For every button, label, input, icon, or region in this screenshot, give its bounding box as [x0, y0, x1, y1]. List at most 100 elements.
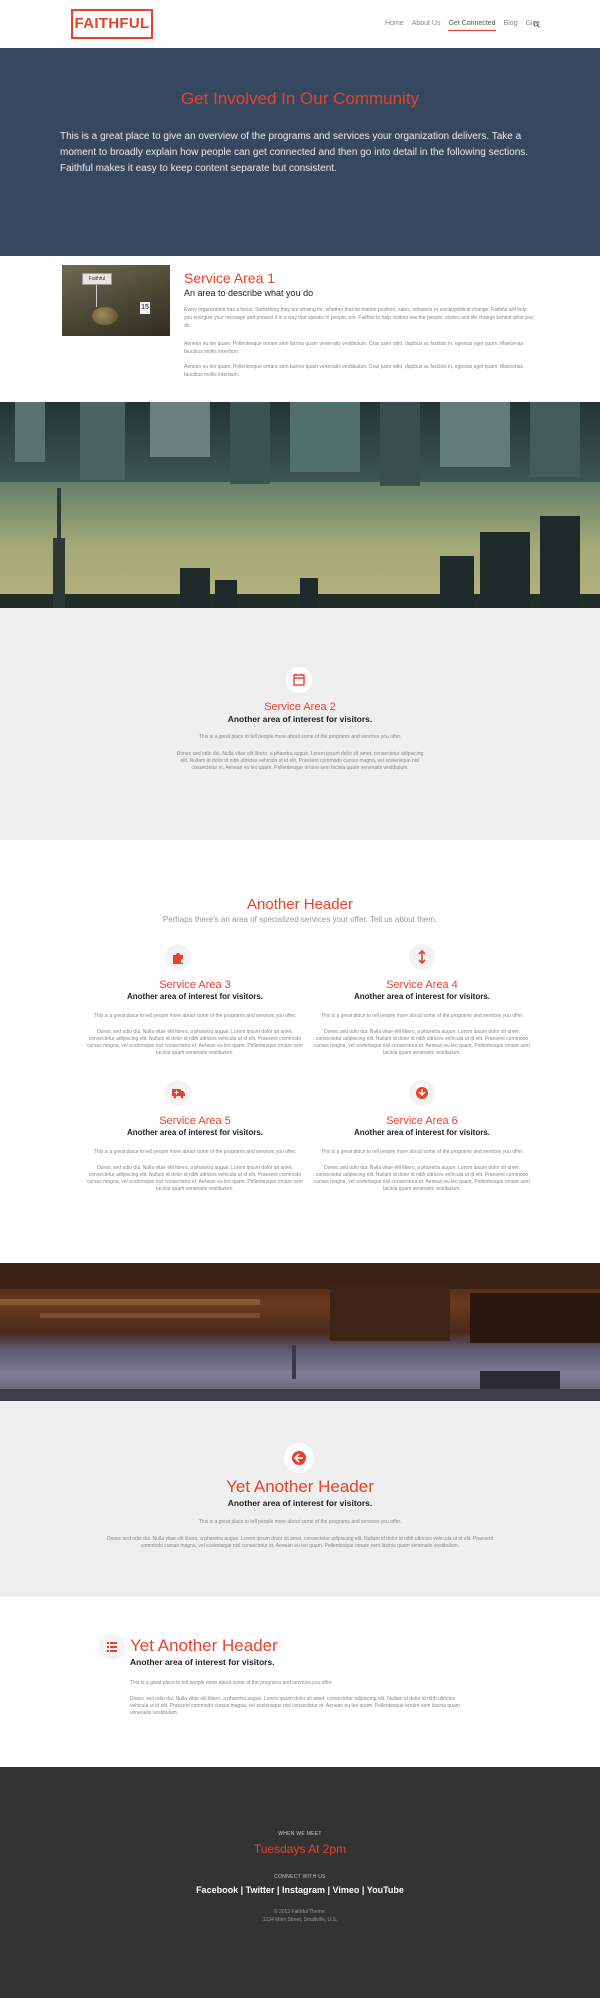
service-area-5-title: Service Area 5 — [159, 1115, 231, 1127]
calendar-icon-badge — [286, 667, 312, 693]
youtube-link[interactable]: YouTube — [367, 1885, 404, 1895]
yet-another-intro-2: This is a great place to tell people mor… — [130, 1680, 333, 1686]
calendar-icon — [293, 673, 305, 686]
image-flag: Faithful — [82, 273, 112, 285]
photo-building — [80, 402, 125, 480]
photo-building — [290, 402, 360, 472]
photo-building — [230, 402, 270, 484]
list-icon — [107, 1642, 117, 1652]
arrow-circle-down-icon-badge — [409, 1080, 435, 1106]
photo-building — [440, 402, 510, 467]
when-label: WHEN WE MEET — [278, 1831, 322, 1837]
image-card: 15 — [139, 301, 151, 315]
hero-description: This is a great place to give an overvie… — [60, 131, 529, 174]
photo-ledge — [0, 1299, 260, 1305]
nav-about-us[interactable]: About Us — [412, 20, 441, 31]
photo-building — [180, 568, 210, 608]
service-area-1-image: Faithful 15 — [62, 265, 170, 336]
main-nav: Home About Us Get Connected Blog Give — [385, 20, 540, 31]
photo-tower-base — [53, 538, 65, 608]
arrows-vertical-icon-badge — [409, 944, 435, 970]
photo-building — [300, 578, 318, 608]
service-area-1-paragraph: Aenean eu leo quam. Pellentesque ornare … — [184, 364, 524, 378]
vimeo-link[interactable]: Vimeo — [333, 1885, 360, 1895]
nav-get-connected[interactable]: Get Connected — [448, 20, 496, 31]
twitter-link[interactable]: Twitter — [246, 1885, 275, 1895]
service-area-1-title: Service Area 1 — [184, 270, 276, 286]
service-area-2-body: Donec sed odio dui. Nulla vitae elit lib… — [176, 751, 424, 771]
photo-building — [470, 1293, 600, 1343]
ambulance-icon-badge — [165, 1080, 191, 1106]
service-area-5-body: Donec sed odio dui. Nulla vitae elit lib… — [87, 1165, 303, 1192]
link-separator: | — [325, 1885, 333, 1895]
service-area-4-title: Service Area 4 — [386, 979, 458, 991]
photo-building — [215, 580, 237, 608]
service-area-5: Service Area 5 Another area of interest … — [85, 1115, 305, 1193]
nav-blog[interactable]: Blog — [504, 20, 518, 31]
yet-another-body: Donec sed odio dui. Nulla vitae elit lib… — [106, 1536, 494, 1549]
yet-another-title-2: Yet Another Header — [130, 1636, 278, 1655]
address: 1234 Main Street, Smallville, U.S. — [262, 1917, 338, 1923]
connect-label: CONNECT WITH US — [274, 1874, 326, 1880]
site-header: FAITHFUL Home About Us Get Connected Blo… — [0, 0, 600, 48]
service-area-1-paragraph: Aenean eu leo quam. Pellentesque ornare … — [184, 341, 524, 355]
another-header-title: Another Header — [247, 896, 353, 913]
service-area-4: Service Area 4 Another area of interest … — [312, 979, 532, 1057]
service-area-6-title: Service Area 6 — [386, 1115, 458, 1127]
service-area-4-body: Donec sed odio dui. Nulla vitae elit lib… — [314, 1029, 530, 1056]
facebook-link[interactable]: Facebook — [196, 1885, 238, 1895]
city-skyline-photo — [0, 402, 600, 608]
service-area-5-intro: This is a great place to tell people mor… — [93, 1149, 297, 1155]
nav-home[interactable]: Home — [385, 20, 404, 31]
service-area-3-subtitle: Another area of interest for visitors. — [126, 992, 264, 1001]
yet-another-body-2: Donec sed odio dui. Nulla vitae elit lib… — [130, 1696, 460, 1716]
service-area-5-subtitle: Another area of interest for visitors. — [126, 1128, 264, 1137]
photo-building — [150, 402, 210, 457]
photo-roof — [0, 1263, 600, 1289]
photo-building — [540, 516, 580, 608]
service-area-6-subtitle: Another area of interest for visitors. — [353, 1128, 491, 1137]
puzzle-icon — [173, 953, 183, 964]
link-separator: | — [274, 1885, 282, 1895]
photo-plants — [330, 1283, 450, 1341]
another-header-subtitle: Perhaps there's an area of specialized s… — [162, 915, 438, 924]
service-area-1-paragraph: Every organization has a focus. Somethin… — [184, 307, 533, 329]
service-area-4-subtitle: Another area of interest for visitors. — [353, 992, 491, 1001]
list-icon-badge — [99, 1634, 125, 1660]
hero-title: Get Involved In Our Community — [180, 89, 420, 108]
service-area-2-section: Service Area 2 Another area of interest … — [0, 608, 600, 840]
yet-another-title: Yet Another Header — [226, 1477, 374, 1496]
photo-building — [530, 402, 580, 477]
photo-building — [440, 556, 474, 608]
photo-building — [380, 402, 420, 486]
arrows-vertical-icon — [418, 949, 426, 965]
service-area-2-intro: This is a great place to tell people mor… — [198, 734, 402, 740]
photo-ledge — [40, 1313, 260, 1318]
service-area-3: Service Area 3 Another area of interest … — [85, 979, 305, 1057]
service-area-6-intro: This is a great place to tell people mor… — [320, 1149, 524, 1155]
ambulance-icon — [172, 1089, 185, 1099]
service-area-4-intro: This is a great place to tell people mor… — [320, 1013, 524, 1019]
link-separator: | — [359, 1885, 367, 1895]
service-area-6: Service Area 6 Another area of interest … — [312, 1115, 532, 1193]
meeting-time: Tuesdays At 2pm — [253, 1842, 347, 1856]
yet-another-intro: This is a great place to tell people mor… — [198, 1519, 402, 1525]
photo-building — [15, 402, 45, 462]
hero-section: Get Involved In Our Community This is a … — [0, 48, 600, 256]
flag-pole — [96, 285, 97, 307]
copyright: © 2013 Faithful Theme. — [273, 1909, 327, 1915]
search-icon[interactable] — [533, 21, 540, 28]
social-links: Facebook | Twitter | Instagram | Vimeo |… — [0, 1885, 600, 1895]
arrow-circle-down-icon — [416, 1087, 428, 1099]
site-logo[interactable]: FAITHFUL — [71, 9, 153, 39]
photo-spire — [292, 1345, 296, 1379]
service-area-2-title: Service Area 2 — [264, 701, 336, 713]
snail-shape — [92, 307, 118, 325]
instagram-link[interactable]: Instagram — [282, 1885, 325, 1895]
link-separator: | — [238, 1885, 246, 1895]
puzzle-icon-badge — [165, 944, 191, 970]
service-area-1-subtitle: An area to describe what you do — [184, 288, 314, 298]
arrow-left-icon-badge — [284, 1443, 314, 1473]
service-area-6-body: Donec sed odio dui. Nulla vitae elit lib… — [314, 1165, 530, 1192]
site-footer: WHEN WE MEET Tuesdays At 2pm CONNECT WIT… — [0, 1767, 600, 1998]
